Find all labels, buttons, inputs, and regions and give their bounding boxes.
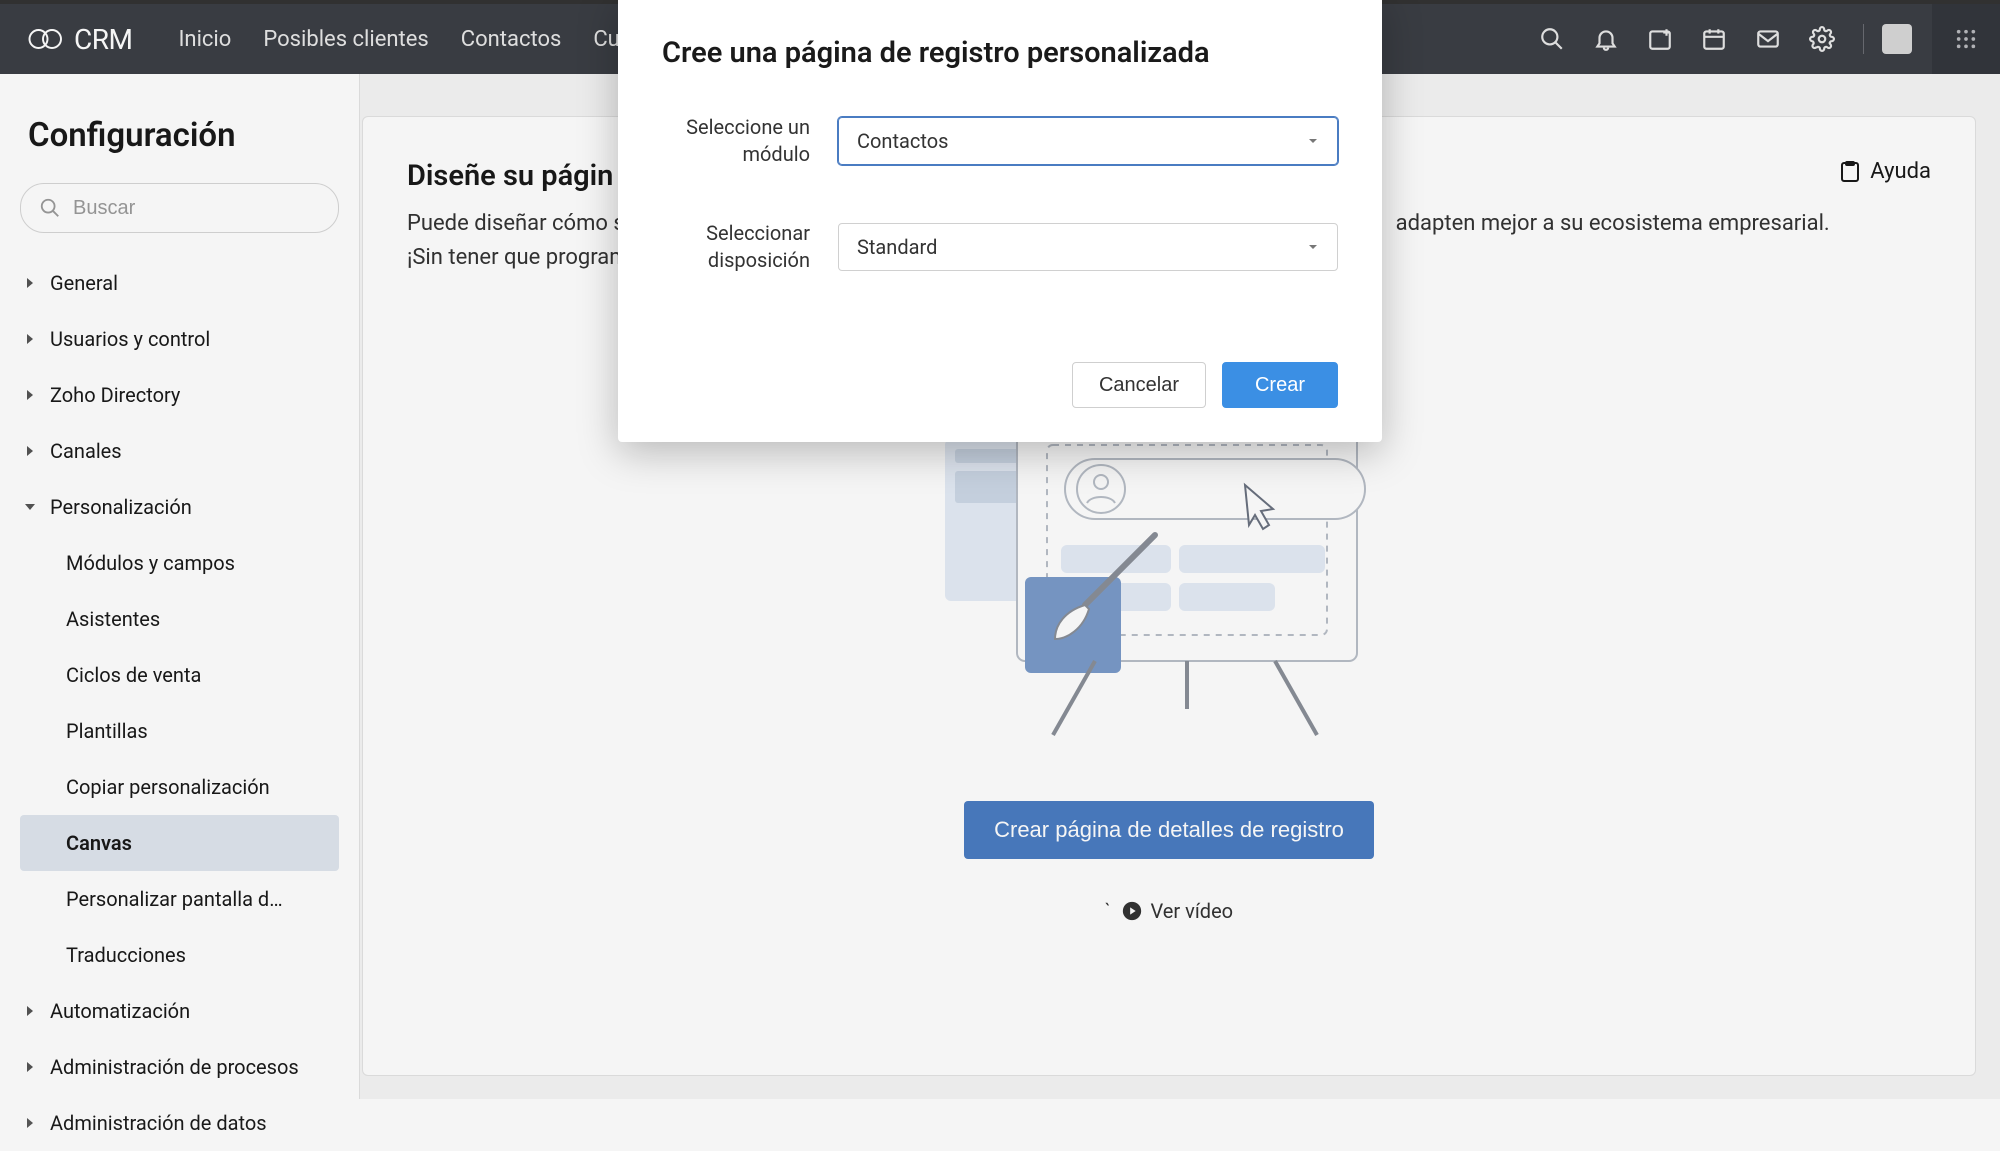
- chevron-right-icon: [24, 1117, 36, 1129]
- modal-backdrop[interactable]: Cree una página de registro personalizad…: [0, 0, 2000, 1099]
- layout-select-value: Standard: [857, 235, 937, 259]
- create-button[interactable]: Crear: [1222, 362, 1338, 408]
- modal-title: Cree una página de registro personalizad…: [662, 36, 1338, 70]
- chevron-down-icon: [1307, 135, 1319, 147]
- sidebar-item-label: Administración de datos: [50, 1111, 267, 1135]
- layout-select[interactable]: Standard: [838, 223, 1338, 271]
- cancel-button[interactable]: Cancelar: [1072, 362, 1206, 408]
- module-select-label: Seleccione un módulo: [662, 114, 838, 168]
- module-select-value: Contactos: [857, 129, 948, 153]
- create-canvas-modal: Cree una página de registro personalizad…: [618, 0, 1382, 442]
- sidebar-item-administraci-n-de-datos[interactable]: Administración de datos: [0, 1095, 359, 1151]
- layout-select-label: Seleccionar disposición: [662, 220, 838, 274]
- chevron-down-icon: [1307, 241, 1319, 253]
- module-select[interactable]: Contactos: [838, 117, 1338, 165]
